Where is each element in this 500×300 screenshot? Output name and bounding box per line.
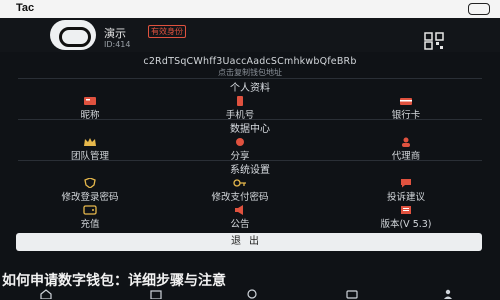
menu-item-recharge[interactable]: 充值 — [30, 205, 150, 231]
wallet-status-icon — [468, 3, 490, 15]
menu-item-label: 修改登录密码 — [61, 192, 119, 203]
app-name: Tac — [16, 2, 35, 14]
id-card-icon — [84, 97, 96, 105]
wallet-address[interactable]: c2RdTSqCWhff3UaccAadcSCmhkwbQfeBRb — [0, 56, 500, 67]
profile-tab-icon[interactable] — [442, 289, 454, 299]
agent-icon — [402, 137, 410, 147]
section-title-data-center: 数据中心 — [230, 124, 270, 135]
menu-item-login-password[interactable]: 修改登录密码 — [30, 178, 150, 204]
key-icon — [233, 179, 246, 187]
menu-item-label: 充值 — [80, 219, 100, 230]
bottom-nav — [0, 288, 500, 300]
logout-button[interactable]: 退出 — [16, 233, 482, 251]
qr-code-icon[interactable] — [424, 32, 444, 50]
status-bar: Tac — [0, 0, 500, 18]
share-icon — [236, 138, 244, 146]
version-icon — [401, 206, 411, 214]
profile-nickname: 演示 — [104, 27, 126, 40]
section-title-system: 系统设置 — [230, 165, 270, 176]
menu-item-label: 修改支付密码 — [211, 192, 269, 203]
menu-item-pay-password[interactable]: 修改支付密码 — [180, 178, 300, 204]
menu-item-label: 投诉建议 — [386, 192, 425, 203]
market-icon[interactable] — [150, 289, 162, 299]
profile-header: 演示 有效身份 ID:414 — [0, 18, 500, 52]
menu-item-label: 版本(V 5.3) — [380, 219, 432, 230]
wallet-tab-icon[interactable] — [346, 289, 358, 299]
menu-item-feedback[interactable]: 投诉建议 — [346, 178, 466, 204]
copy-address-hint[interactable]: 点击复制钱包地址 — [0, 67, 500, 78]
menu-item-announcement[interactable]: 公告 — [180, 205, 300, 231]
shield-icon — [84, 178, 96, 188]
wallet-icon — [83, 205, 97, 215]
feedback-icon — [401, 179, 411, 188]
card-icon — [400, 98, 412, 105]
footer-title: 如何申请数字钱包：详细步骤与注意 — [2, 273, 226, 289]
section-title-personal: 个人资料 — [230, 83, 270, 94]
user-id: ID:414 — [104, 40, 131, 49]
crown-icon — [84, 138, 96, 146]
announce-icon — [235, 205, 243, 215]
menu-item-version[interactable]: 版本(V 5.3) — [346, 205, 466, 231]
phone-icon — [237, 96, 243, 106]
home-icon[interactable] — [40, 289, 52, 299]
avatar[interactable] — [50, 20, 96, 50]
menu-item-label: 公告 — [230, 219, 250, 230]
center-icon[interactable] — [246, 289, 258, 299]
identity-badge: 有效身份 — [148, 25, 186, 38]
